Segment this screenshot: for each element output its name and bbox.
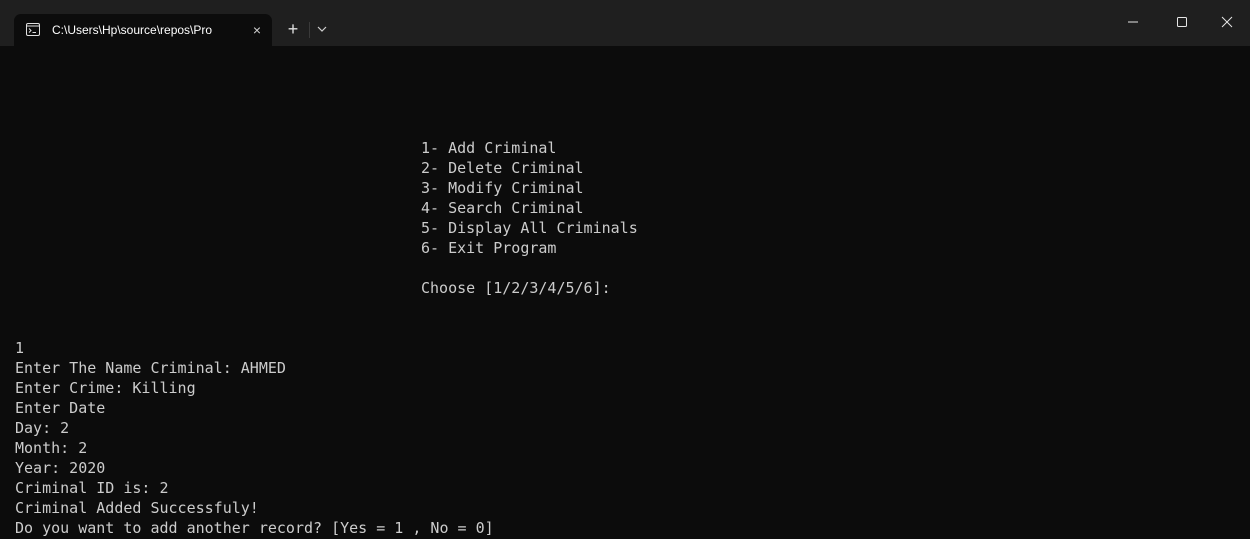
output-line: Day: 2 <box>15 419 70 437</box>
output-line: Criminal Added Successfuly! <box>15 499 259 517</box>
close-icon <box>1221 16 1233 28</box>
maximize-button[interactable] <box>1159 6 1205 38</box>
output-line: Criminal ID is: 2 <box>15 479 169 497</box>
menu-item: 5- Display All Criminals <box>421 219 638 237</box>
terminal-window: C:\Users\Hp\source\repos\Pro × + 1- Add … <box>0 0 1250 539</box>
output-line: Enter The Name Criminal: AHMED <box>15 359 286 377</box>
menu-item: 3- Modify Criminal <box>421 179 584 197</box>
menu-item: 4- Search Criminal <box>421 199 584 217</box>
output-line: Month: 2 <box>15 439 88 457</box>
close-button[interactable] <box>1204 6 1250 38</box>
console-icon <box>26 23 40 36</box>
title-bar: C:\Users\Hp\source\repos\Pro × + <box>0 0 1250 46</box>
new-tab-button[interactable]: + <box>282 18 304 40</box>
maximize-icon <box>1177 17 1187 27</box>
tab-separator <box>309 22 310 38</box>
close-tab-icon[interactable]: × <box>249 21 265 39</box>
output-line: Year: 2020 <box>15 459 106 477</box>
minimize-button[interactable] <box>1110 6 1156 38</box>
console-output[interactable]: 1- Add Criminal 2- Delete Criminal 3- Mo… <box>0 46 1250 539</box>
chevron-down-icon[interactable] <box>314 20 330 38</box>
output-line: Enter Date <box>15 399 106 417</box>
output-line: 1 <box>15 339 25 357</box>
menu-item: 2- Delete Criminal <box>421 159 584 177</box>
menu-item: 6- Exit Program <box>421 239 557 257</box>
output-line: Enter Crime: Killing <box>15 379 196 397</box>
minimize-icon <box>1128 21 1138 23</box>
output-line: Do you want to add another record? [Yes … <box>15 519 494 537</box>
terminal-tab[interactable]: C:\Users\Hp\source\repos\Pro × <box>14 14 272 46</box>
tab-title: C:\Users\Hp\source\repos\Pro <box>52 23 213 37</box>
menu-item: 1- Add Criminal <box>421 139 557 157</box>
menu-prompt: Choose [1/2/3/4/5/6]: <box>421 279 611 297</box>
